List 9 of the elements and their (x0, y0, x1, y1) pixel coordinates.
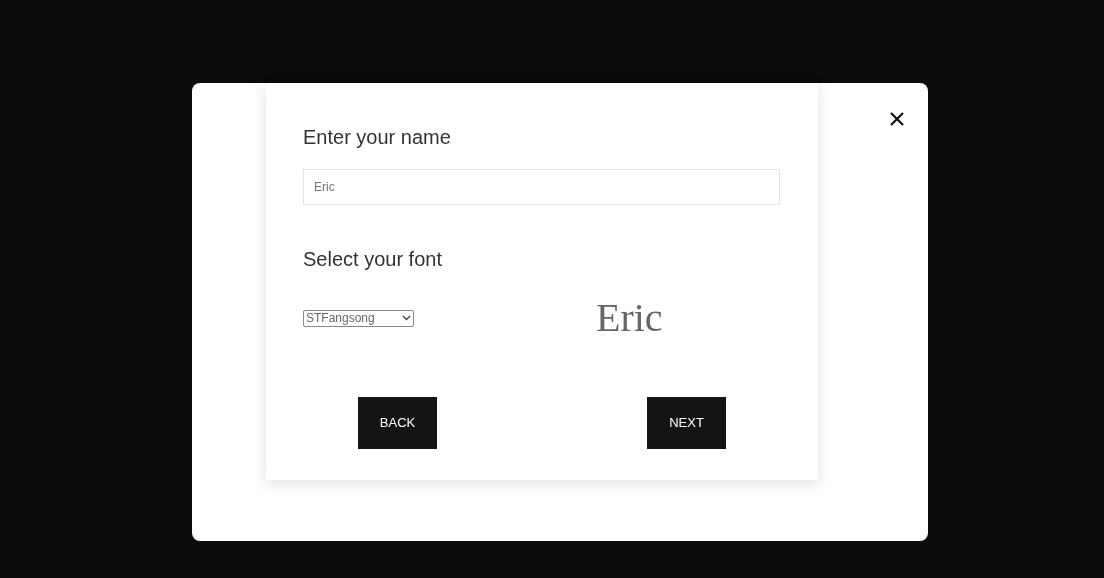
font-preview-text: Eric (596, 298, 663, 338)
font-select-dropdown[interactable]: STFangsong (303, 309, 414, 327)
name-input-field[interactable]: Eric (303, 169, 780, 205)
nav-button[interactable]: BACK (358, 397, 437, 449)
section-heading: Select your font (303, 247, 443, 272)
close-icon (889, 111, 905, 127)
chevron-down-icon (402, 315, 411, 321)
section-heading: Enter your name (303, 125, 452, 150)
nav-button[interactable]: NEXT (647, 397, 726, 449)
